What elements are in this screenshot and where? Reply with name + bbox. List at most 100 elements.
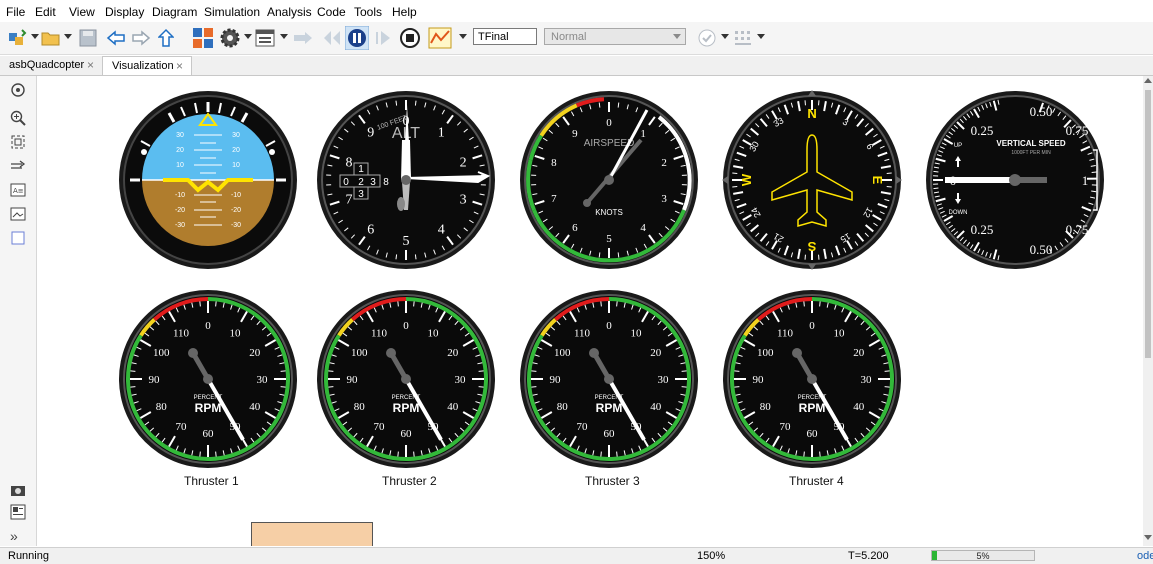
rpm-unit: RPM [195,401,222,415]
vs-label: 1 [1082,173,1089,188]
pitch-label: -20 [231,207,241,214]
vs-label: 0.75 [1066,222,1089,237]
menu-analysis[interactable]: Analysis [267,5,312,19]
airspeed-numeral: 4 [640,222,646,234]
solver-name[interactable]: ode [1137,550,1153,562]
tab-label: asbQuadcopter [9,59,84,71]
rpm-tick-label: 10 [631,327,643,339]
stop-time-input[interactable]: TFinal [473,28,537,45]
simulation-time: T=5.200 [848,550,889,562]
close-icon[interactable]: × [176,57,183,76]
data-inspector-icon[interactable] [428,26,452,50]
thruster-label: Thruster 3 [585,474,640,488]
menu-code[interactable]: Code [317,5,346,19]
rpm-tick-label: 80 [760,401,772,413]
settings-gear-icon[interactable] [219,26,241,50]
vs-subtitle: 1000FT PER MIN [1011,150,1051,156]
vertical-scrollbar[interactable] [1143,76,1153,546]
annotation-icon[interactable]: A≡ [10,182,26,198]
rpm-tick-label: 60 [604,428,616,440]
heading-letter: W [739,173,754,186]
thruster-label: Thruster 4 [789,474,844,488]
pitch-label: -10 [175,192,185,199]
rpm-tick-label: 0 [205,320,211,332]
zoom-icon[interactable] [10,110,26,126]
menu-simulation[interactable]: Simulation [204,5,260,19]
up-icon[interactable] [156,26,176,50]
camera-icon[interactable] [10,482,26,498]
rpm-tick-label: 70 [780,421,792,433]
rpm-tick-label: 0 [606,320,612,332]
rpm-tick-label: 60 [807,428,819,440]
menu-tools[interactable]: Tools [354,5,382,19]
hide-show-browser-icon[interactable] [10,82,26,98]
subsystem-block[interactable] [251,522,373,546]
expand-icon[interactable]: » [10,528,26,544]
tab-visualization[interactable]: Visualization × [102,56,192,75]
menu-file[interactable]: File [6,5,25,19]
rpm-unit: RPM [799,401,826,415]
property-inspector-icon[interactable] [10,504,26,520]
pitch-label: 20 [176,147,184,154]
area-icon[interactable] [10,230,26,246]
stop-icon[interactable] [399,26,421,50]
tab-asbquadcopter[interactable]: asbQuadcopter × [0,56,102,75]
check-icon[interactable] [697,26,717,50]
step-forward-icon[interactable] [374,26,394,50]
tab-label: Visualization [112,60,174,72]
scroll-down-icon[interactable] [1144,535,1152,540]
disabled-link-icon [293,26,313,50]
fit-to-view-icon[interactable] [10,134,26,150]
scroll-up-icon[interactable] [1144,78,1152,83]
simulation-mode-select[interactable]: Normal [544,28,686,45]
heading-letter: E [870,176,885,185]
pitch-label: 30 [176,132,184,139]
rpm-tick-label: 90 [550,374,562,386]
rpm-tick-label: 40 [853,401,865,413]
altimeter-numeral: 4 [438,223,445,238]
rpm-tick-label: 110 [371,327,388,339]
thruster-1-rpm-gauge: 0102030405060708090100110PERCENTRPM [118,289,298,469]
image-icon[interactable] [10,206,26,222]
pitch-label: 20 [232,147,240,154]
pause-icon[interactable] [345,26,369,50]
forward-icon[interactable] [131,26,151,50]
rpm-tick-label: 30 [257,374,269,386]
menu-view[interactable]: View [69,5,95,19]
rpm-tick-label: 10 [230,327,242,339]
menu-diagram[interactable]: Diagram [152,5,197,19]
thruster-2-rpm-gauge: 0102030405060708090100110PERCENTRPM [316,289,496,469]
grid-icon[interactable] [733,26,753,50]
svg-text:A≡: A≡ [13,187,24,195]
airspeed-numeral: 1 [640,128,646,140]
scroll-thumb[interactable] [1145,90,1151,358]
rpm-tick-label: 70 [577,421,589,433]
back-icon[interactable] [106,26,126,50]
airspeed-numeral: 6 [572,222,578,234]
library-browser-icon[interactable] [8,26,28,50]
altimeter-numeral: 3 [460,193,467,208]
rpm-tick-label: 80 [156,401,168,413]
rpm-tick-label: 100 [554,347,571,359]
rpm-unit: RPM [596,401,623,415]
thruster-label: Thruster 2 [382,474,437,488]
model-explorer-icon[interactable] [192,26,214,50]
arrow-icon[interactable] [10,158,26,174]
thruster-label: Thruster 1 [184,474,239,488]
save-icon[interactable] [78,26,98,50]
step-back-icon[interactable] [321,26,343,50]
menu-edit[interactable]: Edit [35,5,56,19]
airspeed-unit: KNOTS [595,208,623,217]
menu-help[interactable]: Help [392,5,417,19]
menu-display[interactable]: Display [105,5,144,19]
progress-label: 5% [932,551,1034,561]
rpm-tick-label: 100 [153,347,170,359]
open-icon[interactable] [41,26,61,50]
close-icon[interactable]: × [87,56,94,75]
rpm-tick-label: 20 [650,347,662,359]
rpm-tick-label: 60 [203,428,215,440]
model-config-icon[interactable] [255,26,275,50]
rpm-tick-label: 30 [658,374,670,386]
altimeter-drum-digit: 3 [370,177,376,188]
vs-label: 0.75 [1066,123,1089,138]
